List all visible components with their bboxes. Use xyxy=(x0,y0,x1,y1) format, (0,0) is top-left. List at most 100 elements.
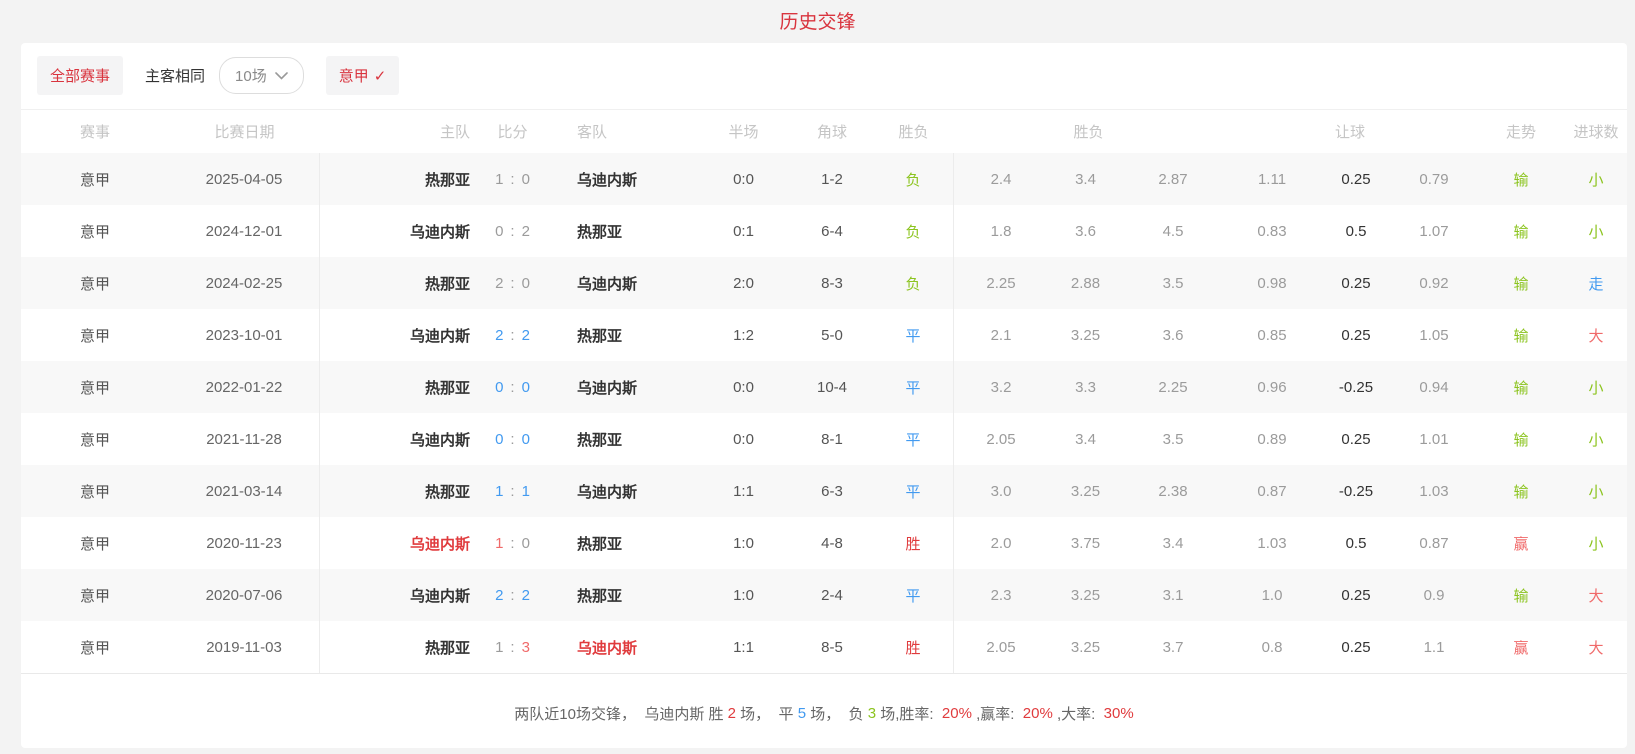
league-cell: 意甲 xyxy=(79,171,110,189)
summary-text: 两队近10场交锋， 乌迪内斯 胜 xyxy=(514,705,728,723)
date-cell: 2025-04-05 xyxy=(169,153,320,205)
date-cell: 2023-10-01 xyxy=(169,309,320,361)
filter-all-matches-chip[interactable]: 全部赛事 xyxy=(37,56,124,95)
halftime-cell: 1:1 xyxy=(733,482,754,500)
trend-cell: 赢 xyxy=(1513,639,1529,657)
score-cell: 1:0 xyxy=(495,534,530,552)
summary-text: 场， 平 xyxy=(736,705,798,723)
handicap-cell: 1.0 xyxy=(1261,586,1283,604)
odds-cell: 3.0 xyxy=(990,482,1012,500)
goals-cell: 大 xyxy=(1588,639,1604,657)
summary-bar: 两队近10场交锋， 乌迪内斯 胜 2 场， 平 5 场， 负 3 场,胜率: 2… xyxy=(21,673,1627,752)
result-cell: 平 xyxy=(873,309,954,361)
handicap-cell: 0.98 xyxy=(1257,274,1287,292)
away-team-cell: 热那亚 xyxy=(577,535,623,553)
table-row: 意甲 2020-07-06 乌迪内斯 2:2 热那亚 1:0 2-4 平 2.3 3.25 3.1 1… xyxy=(21,569,1627,621)
column-header-trend: 走势 xyxy=(1505,124,1536,141)
handicap-cell: -0.25 xyxy=(1338,378,1374,396)
odds-cell: 2.05 xyxy=(986,638,1016,656)
halftime-cell: 1:0 xyxy=(733,534,754,552)
filter-bar: 全部赛事 主客相同 10场 意甲 ✓ xyxy=(21,43,1627,109)
summary-text: 场,胜率: xyxy=(876,705,942,723)
league-label: 意甲 xyxy=(338,68,369,85)
handicap-cell: 0.25 xyxy=(1341,586,1371,604)
result-cell: 负 xyxy=(873,205,954,257)
corner-cell: 4-8 xyxy=(821,534,843,552)
table-row: 意甲 2020-11-23 乌迪内斯 1:0 热那亚 1:0 4-8 胜 2.0 3.75 3.4 1… xyxy=(21,517,1627,569)
league-cell: 意甲 xyxy=(79,223,110,241)
column-header-corner: 角球 xyxy=(816,124,847,141)
odds-cell: 3.7 xyxy=(1162,638,1184,656)
summary-text: 2 xyxy=(727,704,736,722)
handicap-cell: 0.94 xyxy=(1419,378,1449,396)
summary-text: ,赢率: xyxy=(971,705,1023,723)
home-team-cell: 乌迪内斯 xyxy=(409,431,470,449)
home-team-cell: 热那亚 xyxy=(424,639,470,657)
date-cell: 2022-01-22 xyxy=(169,361,320,413)
away-team-cell: 热那亚 xyxy=(577,587,623,605)
handicap-cell: 1.1 xyxy=(1423,638,1445,656)
result-cell: 负 xyxy=(873,153,954,205)
league-cell: 意甲 xyxy=(79,639,110,657)
match-count-value: 10场 xyxy=(235,68,267,85)
handicap-cell: 0.5 xyxy=(1345,222,1367,240)
corner-cell: 6-3 xyxy=(821,482,843,500)
result-cell: 胜 xyxy=(873,517,954,569)
handicap-cell: 1.07 xyxy=(1419,222,1449,240)
table-row: 意甲 2025-04-05 热那亚 1:0 乌迪内斯 0:0 1-2 负 2.4 3.4 2.87 1… xyxy=(21,153,1627,205)
away-team-cell: 热那亚 xyxy=(577,327,623,345)
odds-cell: 3.25 xyxy=(1070,326,1101,344)
halftime-cell: 0:0 xyxy=(733,378,754,396)
table-header: 赛事 比赛日期 主队 比分 客队 半场 角球 胜负 胜负 让球 走势 进球数 xyxy=(21,109,1627,153)
trend-cell: 输 xyxy=(1513,587,1529,605)
table-row: 意甲 2021-03-14 热那亚 1:1 乌迪内斯 1:1 6-3 平 3.0 3.25 2.38… xyxy=(21,465,1627,517)
goals-cell: 大 xyxy=(1588,587,1604,605)
check-icon: ✓ xyxy=(373,67,387,85)
column-header-goals: 进球数 xyxy=(1573,124,1619,141)
away-team-cell: 热那亚 xyxy=(577,431,623,449)
column-header-score: 比分 xyxy=(497,124,528,141)
summary-text: 5 xyxy=(797,704,807,722)
corner-cell: 8-3 xyxy=(821,274,843,292)
odds-cell: 2.88 xyxy=(1070,274,1101,292)
corner-cell: 5-0 xyxy=(821,326,843,344)
halftime-cell: 1:2 xyxy=(733,326,754,344)
handicap-cell: 0.96 xyxy=(1257,378,1287,396)
odds-cell: 2.87 xyxy=(1158,170,1188,188)
summary-text: 30% xyxy=(1103,704,1134,722)
score-cell: 0:0 xyxy=(495,378,530,396)
handicap-cell: 0.87 xyxy=(1419,534,1449,552)
handicap-cell: 1.01 xyxy=(1419,430,1449,448)
date-cell: 2024-12-01 xyxy=(169,205,320,257)
filter-same-venue[interactable]: 主客相同 xyxy=(145,65,205,86)
date-cell: 2019-11-03 xyxy=(169,621,320,673)
handicap-cell: 0.83 xyxy=(1257,222,1287,240)
handicap-cell: 0.5 xyxy=(1345,534,1367,552)
table-body: 意甲 2025-04-05 热那亚 1:0 乌迪内斯 0:0 1-2 负 2.4 3.4 2.87 1… xyxy=(21,153,1627,673)
result-cell: 平 xyxy=(873,361,954,413)
handicap-cell: 0.25 xyxy=(1341,326,1371,344)
trend-cell: 输 xyxy=(1513,483,1529,501)
odds-cell: 2.05 xyxy=(986,430,1016,448)
league-cell: 意甲 xyxy=(79,535,110,553)
halftime-cell: 2:0 xyxy=(733,274,754,292)
handicap-cell: 0.89 xyxy=(1257,430,1287,448)
league-cell: 意甲 xyxy=(79,587,110,605)
match-count-select[interactable]: 10场 xyxy=(219,57,304,94)
odds-cell: 2.0 xyxy=(990,534,1012,552)
home-team-cell: 热那亚 xyxy=(424,171,470,189)
goals-cell: 大 xyxy=(1588,327,1604,345)
league-cell: 意甲 xyxy=(79,327,110,345)
filter-league-chip[interactable]: 意甲 ✓ xyxy=(325,56,400,95)
trend-cell: 输 xyxy=(1513,171,1529,189)
handicap-cell: 0.8 xyxy=(1261,638,1283,656)
table-row: 意甲 2019-11-03 热那亚 1:3 乌迪内斯 1:1 8-5 胜 2.05 3.25 3.7… xyxy=(21,621,1627,673)
column-header-league: 赛事 xyxy=(79,124,110,141)
summary-text: 3 xyxy=(867,704,877,722)
goals-cell: 小 xyxy=(1588,535,1604,553)
odds-cell: 2.4 xyxy=(990,170,1012,188)
column-header-half: 半场 xyxy=(728,124,759,141)
odds-cell: 2.1 xyxy=(990,326,1012,344)
column-header-handicap: 让球 xyxy=(1334,124,1365,141)
score-cell: 2:2 xyxy=(495,586,530,604)
